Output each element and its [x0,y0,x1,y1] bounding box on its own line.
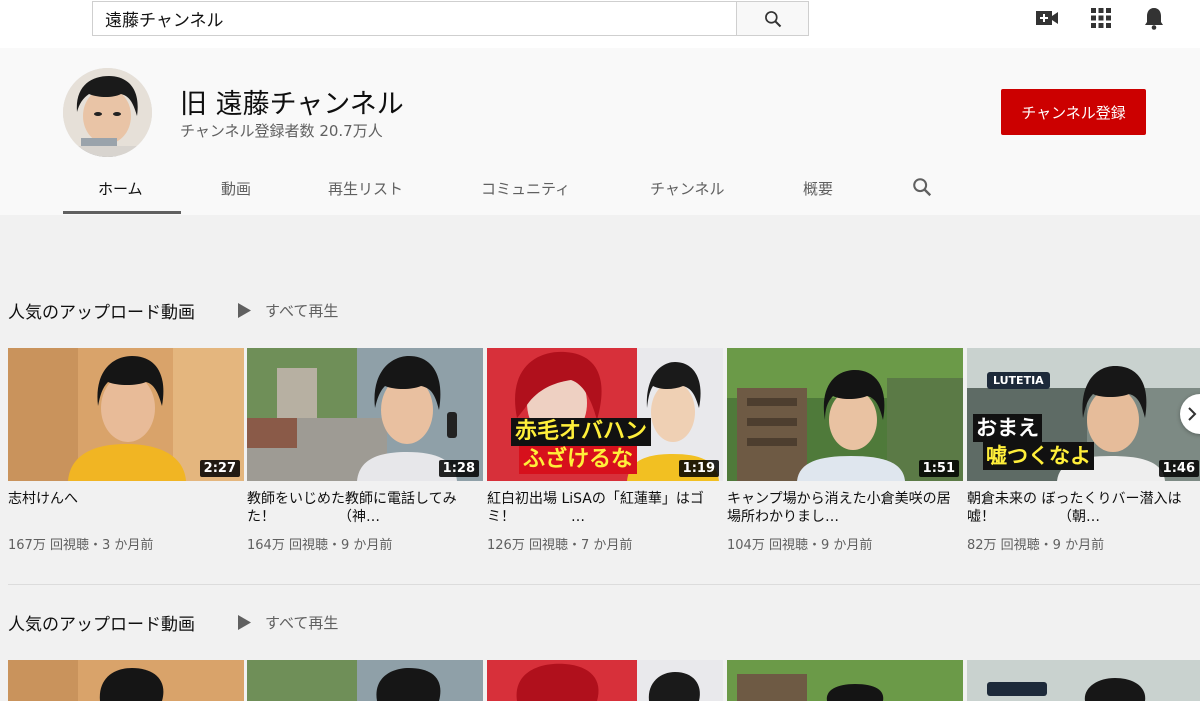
video-meta: 104万 回視聴・9 か月前 [727,538,873,553]
video-card[interactable]: 赤毛オバハン ふざけるな 1:19 紅白初出場 LiSAの「紅蓮華」はゴミ！ …… [487,348,723,553]
video-camera-plus-icon [1036,11,1058,25]
video-thumbnail[interactable]: 1:51 [727,348,963,481]
notifications-button[interactable] [1142,6,1166,30]
video-title[interactable]: 朝倉未来の ぼったくりバー潜入は嘘！ （朝… [967,490,1200,526]
store-sign: LUTETIA [987,372,1050,389]
video-meta: 164万 回視聴・9 か月前 [247,538,393,553]
video-meta: 167万 回視聴・3 か月前 [8,538,154,553]
search-button[interactable] [736,1,809,36]
video-thumbnail[interactable] [487,660,723,701]
video-thumbnail[interactable]: 2:27 [8,348,244,481]
shelf-title[interactable]: 人気のアップロード動画 [8,610,195,635]
apps-grid-icon [1091,8,1111,28]
video-thumbnail[interactable] [727,660,963,701]
video-title[interactable]: 紅白初出場 LiSAの「紅蓮華」はゴミ！ … [487,490,723,526]
video-card[interactable]: LUTETIA おまえ 嘘つくなよ 1:46 朝倉未来の ぼったくりバー潜入は嘘… [967,348,1200,553]
tab-about[interactable]: 概要 [803,178,833,199]
video-title[interactable]: キャンプ場から消えた小倉美咲の居場所わかりまし… [727,490,963,526]
play-icon [238,303,251,318]
video-thumbnail[interactable]: 赤毛オバハン ふざけるな 1:19 [487,348,723,481]
shelf-divider [8,584,1200,585]
apps-button[interactable] [1089,6,1113,30]
video-thumbnail[interactable]: 1:28 [247,348,483,481]
shelf-title[interactable]: 人気のアップロード動画 [8,298,195,323]
tab-community[interactable]: コミュニティ [481,178,570,199]
video-card[interactable]: 2:27 志村けんへ 167万 回視聴・3 か月前 [8,348,244,553]
play-all-label: すべて再生 [265,614,339,632]
search-icon [764,10,781,27]
video-duration: 1:28 [438,460,479,477]
subscribe-button[interactable]: チャンネル登録 [1001,89,1146,135]
active-tab-indicator [63,211,181,214]
subscriber-count: チャンネル登録者数 20.7万人 [180,122,383,140]
tab-videos[interactable]: 動画 [221,178,251,199]
tab-home[interactable]: ホーム [98,178,143,199]
video-meta: 126万 回視聴・7 か月前 [487,538,633,553]
video-duration: 1:51 [918,460,959,477]
play-all-button[interactable]: すべて再生 [238,612,338,633]
channel-header: 旧 遠藤チャンネル チャンネル登録者数 20.7万人 チャンネル登録 ホーム 動… [0,48,1200,215]
video-duration: 1:19 [678,460,719,477]
channel-title: 旧 遠藤チャンネル [180,89,404,120]
chevron-right-icon [1188,407,1197,421]
video-duration: 1:46 [1158,460,1199,477]
play-all-label: すべて再生 [265,302,339,320]
top-bar [0,0,1200,48]
video-card[interactable]: 1:51 キャンプ場から消えた小倉美咲の居場所わかりまし… 104万 回視聴・9… [727,348,963,553]
video-thumbnail[interactable] [967,660,1200,701]
video-thumbnail[interactable] [8,660,244,701]
tab-playlists[interactable]: 再生リスト [328,178,403,199]
channel-avatar[interactable] [63,68,152,157]
video-thumbnail[interactable]: LUTETIA おまえ 嘘つくなよ 1:46 [967,348,1200,481]
bell-icon [1145,8,1163,30]
video-title[interactable]: 志村けんへ [8,490,244,526]
channel-search-button[interactable] [911,176,933,198]
thumbnail-overlay-text: 赤毛オバハン ふざけるな [511,418,652,474]
video-title[interactable]: 教師をいじめた教師に電話してみた！ （神… [247,490,483,526]
thumbnail-overlay-text: おまえ 嘘つくなよ [973,414,1094,470]
video-thumbnail[interactable] [247,660,483,701]
search-input[interactable] [92,1,737,36]
search-icon [913,178,932,197]
tab-channels[interactable]: チャンネル [650,178,725,199]
create-video-button[interactable] [1035,6,1059,30]
video-card[interactable]: 1:28 教師をいじめた教師に電話してみた！ （神… 164万 回視聴・9 か月… [247,348,483,553]
play-icon [238,615,251,630]
video-duration: 2:27 [199,460,240,477]
video-meta: 82万 回視聴・9 か月前 [967,538,1105,553]
play-all-button[interactable]: すべて再生 [238,300,338,321]
